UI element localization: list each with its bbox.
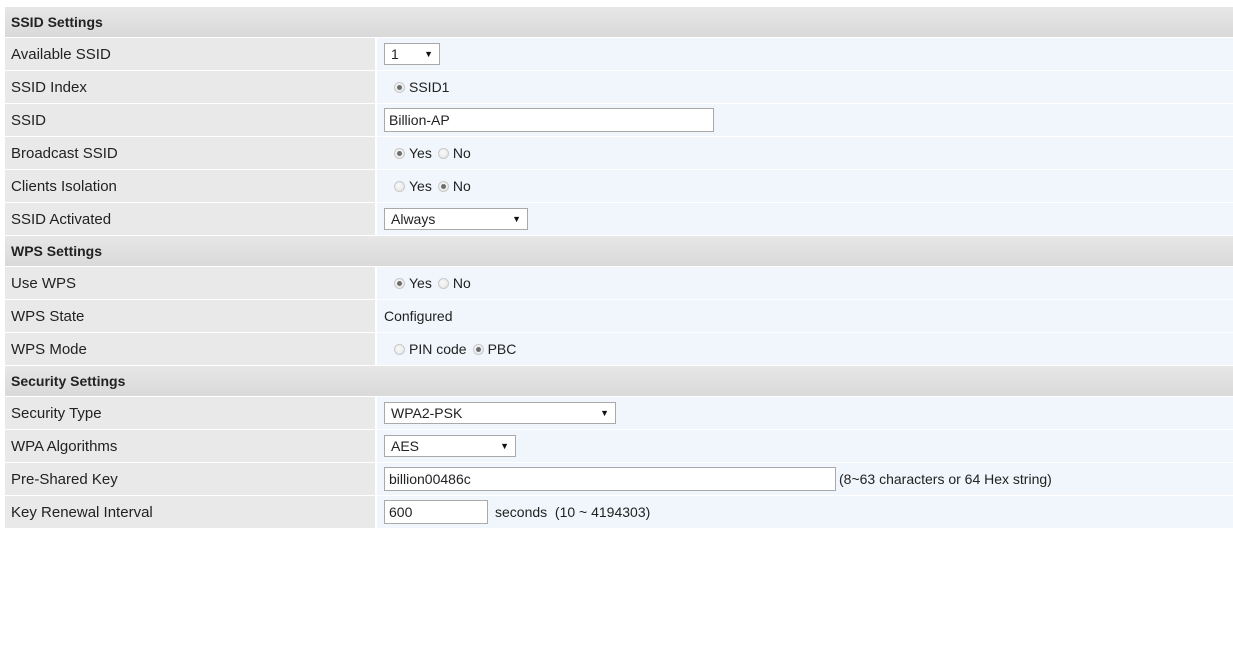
radio-label: PIN code <box>409 341 467 357</box>
field-label: WPA Algorithms <box>5 430 375 462</box>
radio-label: SSID1 <box>409 79 450 95</box>
row-key-renewal-interval: Key Renewal Interval 600 seconds (10 ~ 4… <box>5 496 1233 529</box>
row-wps-state: WPS State Configured <box>5 300 1233 333</box>
radio-label: PBC <box>487 341 517 357</box>
field-value: Yes No <box>377 267 1233 299</box>
row-ssid-activated: SSID Activated Always ▼ <box>5 203 1233 236</box>
ssid-input[interactable]: Billion-AP <box>384 108 714 132</box>
wps-no-radio[interactable] <box>437 277 449 289</box>
select-value: Always <box>391 211 436 227</box>
row-wps-mode: WPS Mode PIN code PBC <box>5 333 1233 366</box>
chevron-down-icon: ▼ <box>500 441 509 451</box>
wps-pin-radio[interactable] <box>394 343 405 355</box>
radio-label: No <box>452 275 471 291</box>
key-renewal-input[interactable]: 600 <box>384 500 488 524</box>
isolation-yes-radio[interactable] <box>394 180 405 192</box>
radio-label: Yes <box>409 275 432 291</box>
field-value: WPA2-PSK ▼ <box>377 397 1233 429</box>
available-ssid-select[interactable]: 1 ▼ <box>384 43 440 65</box>
section-title: Security Settings <box>11 373 126 389</box>
select-value: AES <box>391 438 420 454</box>
row-pre-shared-key: Pre-Shared Key billion00486c (8~63 chara… <box>5 463 1233 496</box>
field-label: Available SSID <box>5 38 375 70</box>
section-wps-settings: WPS Settings <box>5 236 1233 267</box>
radio-label: Yes <box>409 178 432 194</box>
field-value: Yes No <box>377 170 1233 202</box>
chevron-down-icon: ▼ <box>512 214 521 224</box>
field-label: WPS Mode <box>5 333 375 365</box>
field-label: Broadcast SSID <box>5 137 375 169</box>
section-ssid-settings: SSID Settings <box>5 7 1233 38</box>
field-label: Clients Isolation <box>5 170 375 202</box>
row-use-wps: Use WPS Yes No <box>5 267 1233 300</box>
section-title: SSID Settings <box>11 14 103 30</box>
field-value: SSID1 <box>377 71 1233 103</box>
field-value: 1 ▼ <box>377 38 1233 70</box>
broadcast-yes-radio[interactable] <box>394 147 405 159</box>
broadcast-no-radio[interactable] <box>437 147 449 159</box>
row-clients-isolation: Clients Isolation Yes No <box>5 170 1233 203</box>
wps-pbc-radio[interactable] <box>472 343 484 355</box>
field-label: WPS State <box>5 300 375 332</box>
field-value: Configured <box>377 300 1233 332</box>
field-value: Always ▼ <box>377 203 1233 235</box>
section-security-settings: Security Settings <box>5 366 1233 397</box>
row-wpa-algorithms: WPA Algorithms AES ▼ <box>5 430 1233 463</box>
section-title: WPS Settings <box>11 243 103 259</box>
isolation-no-radio[interactable] <box>437 180 449 192</box>
wps-state-value: Configured <box>384 308 453 324</box>
field-label: SSID <box>5 104 375 136</box>
radio-label: Yes <box>409 145 432 161</box>
ssid1-radio[interactable] <box>394 81 405 93</box>
select-value: WPA2-PSK <box>391 405 463 421</box>
field-label: SSID Index <box>5 71 375 103</box>
row-broadcast-ssid: Broadcast SSID Yes No <box>5 137 1233 170</box>
row-available-ssid: Available SSID 1 ▼ <box>5 38 1233 71</box>
ssid-activated-select[interactable]: Always ▼ <box>384 208 528 230</box>
row-security-type: Security Type WPA2-PSK ▼ <box>5 397 1233 430</box>
field-value: billion00486c (8~63 characters or 64 Hex… <box>377 463 1233 495</box>
field-label: SSID Activated <box>5 203 375 235</box>
row-ssid: SSID Billion-AP <box>5 104 1233 137</box>
field-label: Security Type <box>5 397 375 429</box>
chevron-down-icon: ▼ <box>600 408 609 418</box>
radio-label: No <box>452 178 471 194</box>
field-value: PIN code PBC <box>377 333 1233 365</box>
field-label: Use WPS <box>5 267 375 299</box>
wireless-settings-form: SSID Settings Available SSID 1 ▼ SSID In… <box>5 7 1233 529</box>
field-value: Billion-AP <box>377 104 1233 136</box>
field-value: Yes No <box>377 137 1233 169</box>
select-value: 1 <box>391 46 399 62</box>
chevron-down-icon: ▼ <box>424 49 433 59</box>
radio-label: No <box>452 145 471 161</box>
field-label: Key Renewal Interval <box>5 496 375 528</box>
pre-shared-key-input[interactable]: billion00486c <box>384 467 836 491</box>
field-value: 600 seconds (10 ~ 4194303) <box>377 496 1233 528</box>
wpa-algorithms-select[interactable]: AES ▼ <box>384 435 516 457</box>
renewal-hint: seconds (10 ~ 4194303) <box>495 504 651 520</box>
field-label: Pre-Shared Key <box>5 463 375 495</box>
row-ssid-index: SSID Index SSID1 <box>5 71 1233 104</box>
field-value: AES ▼ <box>377 430 1233 462</box>
wps-yes-radio[interactable] <box>394 277 405 289</box>
psk-hint: (8~63 characters or 64 Hex string) <box>839 471 1052 487</box>
security-type-select[interactable]: WPA2-PSK ▼ <box>384 402 616 424</box>
